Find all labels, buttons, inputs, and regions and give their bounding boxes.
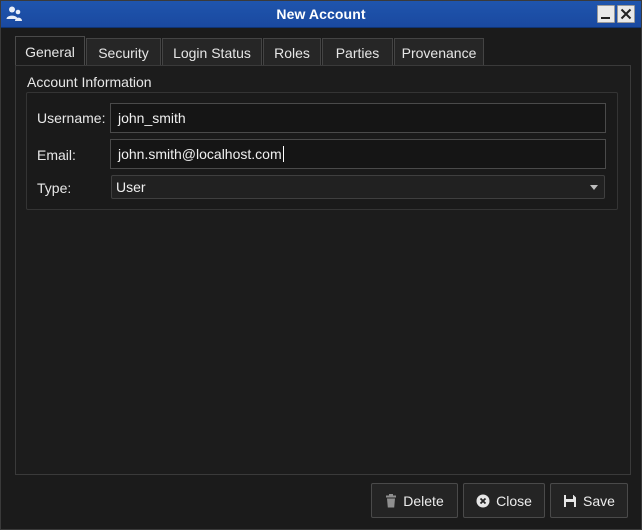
tab-security[interactable]: Security bbox=[86, 38, 161, 66]
username-label: Username: bbox=[37, 110, 106, 126]
delete-label: Delete bbox=[403, 492, 444, 509]
username-value: john_smith bbox=[118, 110, 186, 126]
text-cursor bbox=[282, 146, 284, 162]
save-icon bbox=[563, 494, 577, 508]
trash-icon bbox=[385, 493, 397, 508]
save-button[interactable]: Save bbox=[550, 483, 628, 518]
save-label: Save bbox=[583, 492, 615, 509]
minimize-icon bbox=[598, 9, 614, 26]
email-label: Email: bbox=[37, 147, 76, 163]
type-select[interactable]: User bbox=[111, 175, 605, 199]
minimize-button[interactable] bbox=[597, 5, 615, 23]
tab-general[interactable]: General bbox=[15, 36, 85, 66]
account-information-group: Username: john_smith Email: john.smith@l… bbox=[26, 92, 618, 210]
email-value: john.smith@localhost.com bbox=[118, 146, 282, 162]
username-field[interactable]: john_smith bbox=[110, 103, 606, 133]
tab-login-status[interactable]: Login Status bbox=[162, 38, 262, 66]
close-window-button[interactable] bbox=[617, 5, 635, 23]
delete-button[interactable]: Delete bbox=[371, 483, 458, 518]
account-window: New Account General Security Login Statu… bbox=[0, 0, 642, 530]
general-tab-panel: Account Information Username: john_smith… bbox=[15, 65, 631, 475]
tab-parties[interactable]: Parties bbox=[322, 38, 393, 66]
type-value: User bbox=[116, 179, 146, 195]
close-icon bbox=[618, 8, 634, 26]
tab-roles[interactable]: Roles bbox=[263, 38, 321, 66]
type-label: Type: bbox=[37, 180, 72, 196]
close-button[interactable]: Close bbox=[463, 483, 545, 518]
window-title: New Account bbox=[276, 6, 366, 22]
close-circle-icon bbox=[476, 494, 490, 508]
title-bar[interactable]: New Account bbox=[1, 1, 641, 28]
email-field[interactable]: john.smith@localhost.com bbox=[110, 139, 606, 169]
account-information-title: Account Information bbox=[27, 74, 152, 90]
chevron-down-icon bbox=[590, 185, 598, 190]
tab-provenance[interactable]: Provenance bbox=[394, 38, 484, 66]
close-label: Close bbox=[496, 492, 532, 509]
